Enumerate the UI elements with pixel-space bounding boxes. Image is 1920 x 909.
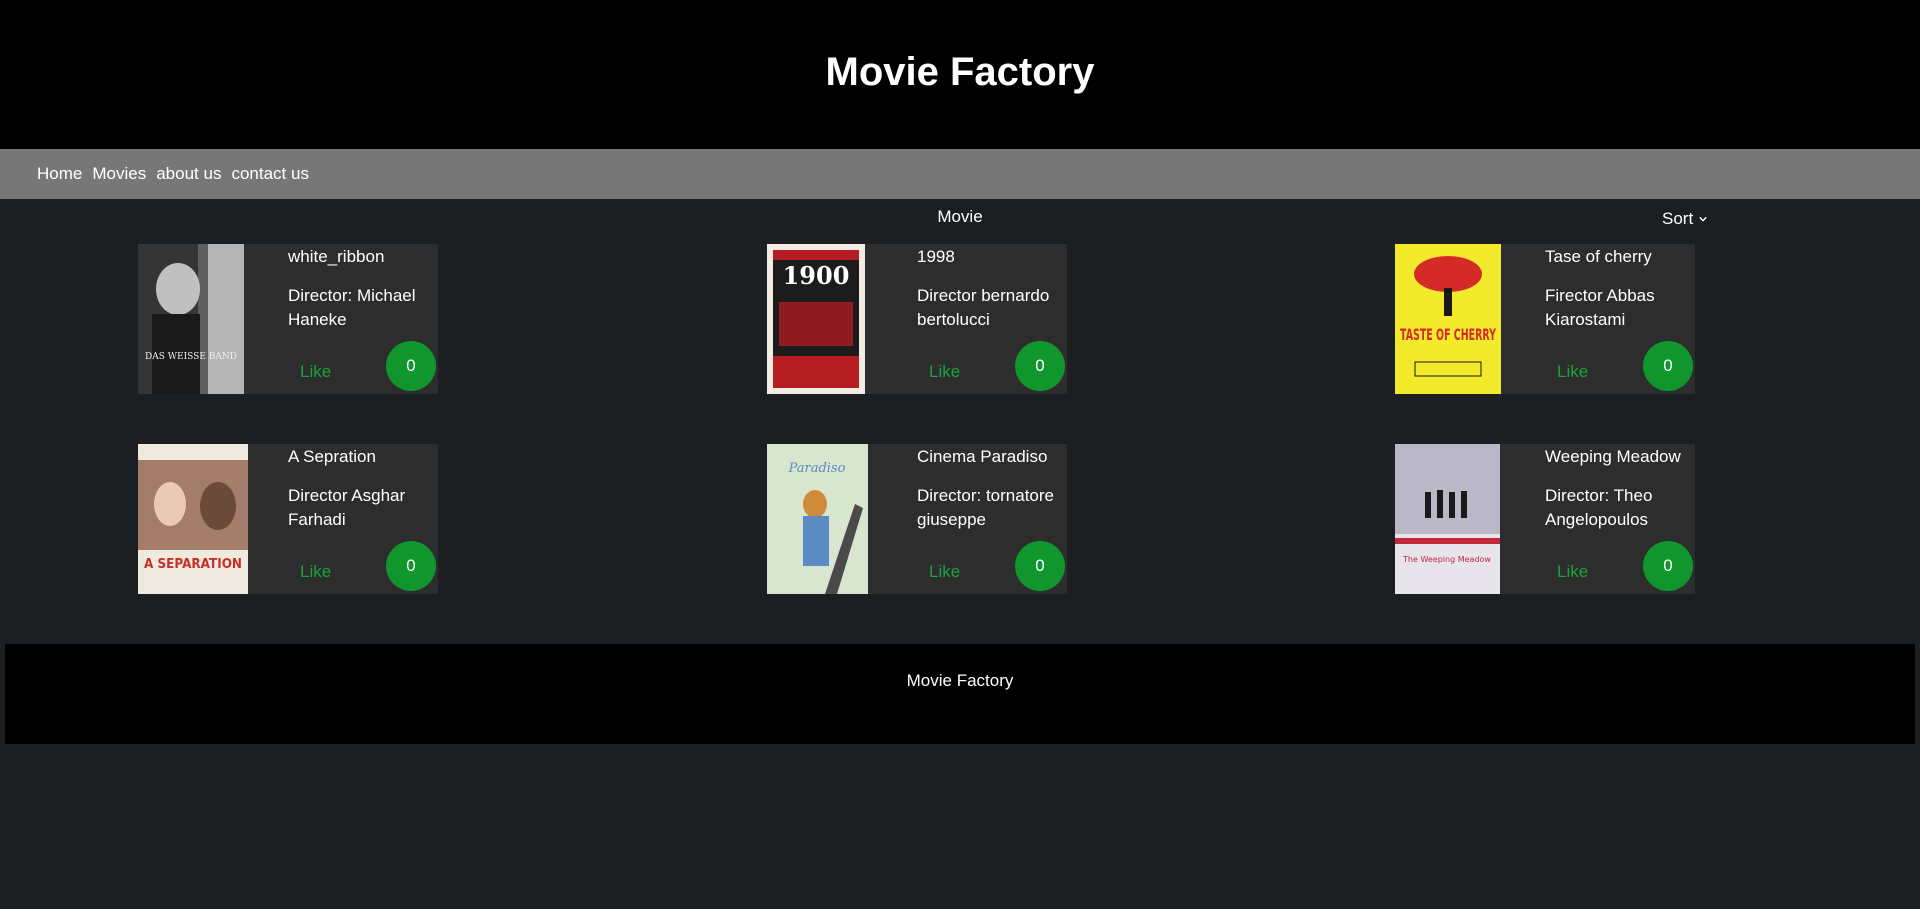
movie-card: The Weeping Meadow Weeping Meadow Direct…	[1395, 444, 1695, 594]
movie-title: Weeping Meadow	[1545, 447, 1681, 466]
movie-card: TASTE OF CHERRY Tase of cherry Firector …	[1395, 244, 1695, 394]
movie-card-body: 1998 Director bernardo bertolucci Like 0	[865, 244, 1067, 394]
movie-poster: TASTE OF CHERRY	[1395, 244, 1501, 394]
like-button[interactable]: Like	[1557, 362, 1588, 382]
sort-button[interactable]: Sort	[1662, 209, 1707, 229]
site-header: Movie Factory	[0, 0, 1920, 149]
poster-caption: 1900	[783, 261, 850, 290]
movie-poster: The Weeping Meadow	[1395, 444, 1500, 594]
like-button[interactable]: Like	[929, 362, 960, 382]
movie-poster: 1900	[767, 244, 865, 394]
movie-title: A Sepration	[288, 447, 376, 466]
nav-link-about[interactable]: about us	[156, 164, 221, 184]
like-count-badge: 0	[386, 341, 436, 391]
movie-card: Paradiso Cinema Paradiso Director: torna…	[767, 444, 1067, 594]
like-count-badge: 0	[1643, 341, 1693, 391]
movie-card-body: Cinema Paradiso Director: tornatore gius…	[868, 444, 1067, 594]
poster-image: 1900	[767, 244, 865, 394]
navbar: Home Movies about us contact us	[0, 149, 1920, 199]
poster-caption: DAS WEISSE BAND	[145, 352, 237, 362]
movie-director: Director: tornatore giuseppe	[917, 486, 1054, 529]
like-button[interactable]: Like	[929, 562, 960, 582]
poster-caption: Paradiso	[788, 461, 846, 476]
section-title: Movie	[937, 207, 983, 226]
poster-image: A SEPARATION	[138, 444, 248, 594]
movie-list: Movie Sort DAS WEISSE BAND white_ribbon …	[0, 199, 1920, 645]
poster-image: DAS WEISSE BAND	[138, 244, 244, 394]
chevron-down-icon	[1699, 216, 1707, 222]
movie-director: Director: Michael Haneke	[288, 286, 416, 329]
movie-title: Cinema Paradiso	[917, 447, 1048, 466]
movie-card: DAS WEISSE BAND white_ribbon Director: M…	[138, 244, 438, 394]
movie-card: 1900 1998 Director bernardo bertolucci L…	[767, 244, 1067, 394]
like-count-badge: 0	[1015, 541, 1065, 591]
poster-image: The Weeping Meadow	[1395, 444, 1500, 594]
footer-text: Movie Factory	[906, 671, 1014, 690]
movie-card-body: Weeping Meadow Director: Theo Angelopoul…	[1500, 444, 1695, 594]
movie-poster: A SEPARATION	[138, 444, 248, 594]
like-count-badge: 0	[1643, 541, 1693, 591]
movie-poster: DAS WEISSE BAND	[138, 244, 244, 394]
movie-card-body: white_ribbon Director: Michael Haneke Li…	[244, 244, 438, 394]
site-footer: Movie Factory	[5, 644, 1915, 744]
movie-title: Tase of cherry	[1545, 247, 1652, 266]
movie-director: Firector Abbas Kiarostami	[1545, 286, 1655, 329]
movie-poster: Paradiso	[767, 444, 868, 594]
poster-image: TASTE OF CHERRY	[1395, 244, 1501, 394]
poster-caption: The Weeping Meadow	[1402, 555, 1491, 564]
movie-card-body: Tase of cherry Firector Abbas Kiarostami…	[1501, 244, 1695, 394]
nav-link-contact[interactable]: contact us	[231, 164, 309, 184]
like-button[interactable]: Like	[1557, 562, 1588, 582]
site-title: Movie Factory	[825, 50, 1095, 94]
like-count-badge: 0	[386, 541, 436, 591]
movie-director: Director Asghar Farhadi	[288, 486, 406, 529]
nav-link-home[interactable]: Home	[37, 164, 82, 184]
poster-caption: A SEPARATION	[144, 557, 242, 572]
like-button[interactable]: Like	[300, 362, 331, 382]
poster-caption: TASTE OF CHERRY	[1400, 325, 1496, 344]
movie-director: Director bernardo bertolucci	[917, 286, 1050, 329]
movie-card-body: A Sepration Director Asghar Farhadi Like…	[248, 444, 438, 594]
nav-link-movies[interactable]: Movies	[92, 164, 146, 184]
poster-image: Paradiso	[767, 444, 868, 594]
like-button[interactable]: Like	[300, 562, 331, 582]
movie-director: Director: Theo Angelopoulos	[1545, 486, 1653, 529]
movie-card: A SEPARATION A Sepration Director Asghar…	[138, 444, 438, 594]
sort-label: Sort	[1662, 209, 1694, 228]
like-count-badge: 0	[1015, 341, 1065, 391]
movie-title: white_ribbon	[288, 247, 385, 266]
movie-title: 1998	[917, 247, 955, 266]
